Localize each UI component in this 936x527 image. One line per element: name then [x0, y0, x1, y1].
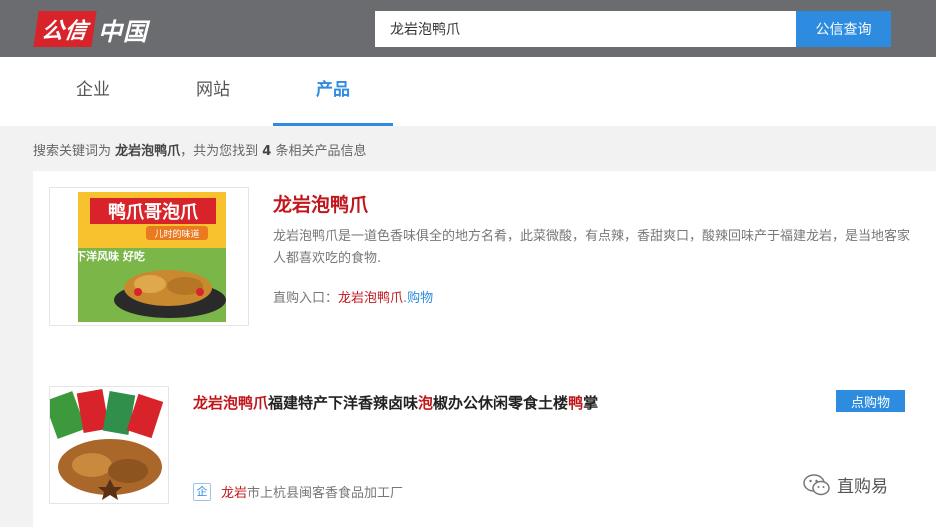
- title-part: 泡: [418, 394, 434, 412]
- buy-link[interactable]: 龙岩泡鸭爪: [338, 291, 403, 306]
- watermark: 直购易: [803, 472, 888, 497]
- search-input[interactable]: [375, 11, 796, 47]
- logo-white-text: 中国: [98, 17, 149, 46]
- logo-red-text: 公信: [33, 11, 97, 47]
- summary-middle: ，共为您找到: [180, 144, 263, 159]
- buy-label: 直购入口：: [273, 291, 339, 306]
- title-part: 鸭: [568, 394, 584, 412]
- result-1-description: 龙岩泡鸭爪是一道色香味俱全的地方名肴，此菜微酸，有点辣，香甜爽口，酸辣回味产于福…: [273, 229, 911, 266]
- result-divider: [33, 355, 936, 369]
- title-part: 掌: [583, 394, 599, 412]
- product-image-1[interactable]: 鸭爪哥泡爪 儿时的味道 下洋风味 好吃: [49, 187, 249, 326]
- site-logo[interactable]: 公信 中国: [33, 11, 149, 47]
- summary-keyword: 龙岩泡鸭爪: [115, 144, 181, 159]
- title-part: 椒办公休闲零食土楼: [433, 394, 569, 412]
- buy-link-suffix[interactable]: .购物: [403, 291, 433, 306]
- result-1-buy-entry: 直购入口：龙岩泡鸭爪.购物: [273, 287, 433, 306]
- shop-button[interactable]: 点购物: [836, 390, 905, 412]
- summary-prefix: 搜索关键词为: [33, 144, 116, 159]
- tab-bar: 企业 网站 产品: [0, 57, 936, 126]
- result-summary: 搜索关键词为 龙岩泡鸭爪，共为您找到 4 条相关产品信息: [33, 140, 366, 159]
- summary-count: 4: [262, 144, 272, 159]
- image-badge-text: 下洋风味 好吃: [75, 249, 145, 263]
- company-icon: 企: [193, 482, 211, 501]
- result-2-company[interactable]: 企 龙岩 市上杭县闽客香食品加工厂: [193, 482, 403, 501]
- company-name-highlight: 龙岩: [221, 486, 248, 501]
- image-banner-text: 鸭爪哥泡爪: [108, 201, 199, 223]
- company-name-rest: 市上杭县闽客香食品加工厂: [247, 486, 404, 501]
- result-1-title[interactable]: 龙岩泡鸭爪: [273, 190, 368, 217]
- summary-suffix: 条相关产品信息: [271, 144, 367, 159]
- tab-product[interactable]: 产品: [273, 57, 393, 126]
- top-bar: 公信 中国 公信查询: [0, 0, 936, 57]
- tab-website[interactable]: 网站: [153, 57, 273, 126]
- title-part: 福建特产下洋香辣卤味: [268, 394, 419, 412]
- image-ribbon-text: 儿时的味道: [154, 228, 199, 240]
- search-button[interactable]: 公信查询: [796, 11, 891, 47]
- watermark-text: 直购易: [837, 477, 888, 497]
- product-image-2[interactable]: [49, 386, 169, 504]
- title-part: 龙岩泡鸭爪: [193, 394, 269, 412]
- result-2-title[interactable]: 龙岩泡鸭爪福建特产下洋香辣卤味泡椒办公休闲零食土楼鸭掌: [193, 392, 598, 413]
- wechat-icon: [803, 473, 830, 495]
- tab-company[interactable]: 企业: [33, 57, 153, 126]
